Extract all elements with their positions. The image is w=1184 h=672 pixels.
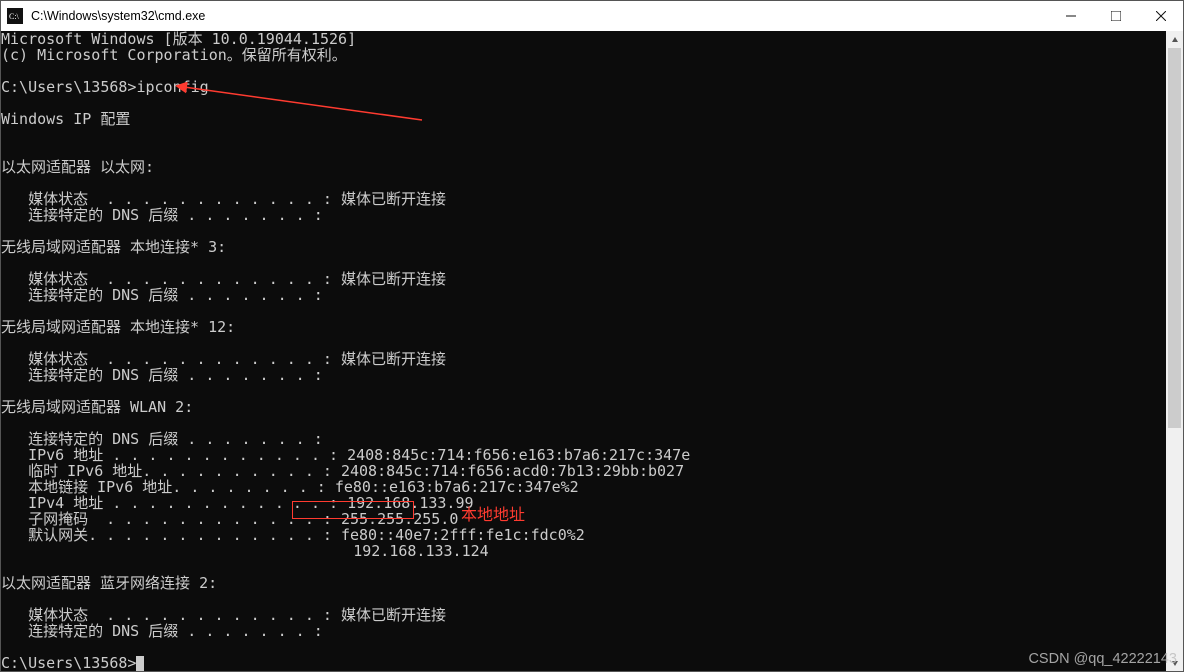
line: 无线局域网适配器 本地连接* 3: xyxy=(1,238,226,256)
cmd-icon: C:\ xyxy=(7,8,23,24)
line: C:\Users\13568>ipconfig xyxy=(1,78,209,96)
scroll-track[interactable] xyxy=(1166,48,1183,654)
window-title: C:\Windows\system32\cmd.exe xyxy=(29,9,1048,23)
text-cursor xyxy=(136,656,144,671)
line: 以太网适配器 以太网: xyxy=(1,158,154,176)
line: 无线局域网适配器 WLAN 2: xyxy=(1,398,193,416)
scroll-up-arrow-icon[interactable] xyxy=(1166,31,1183,48)
cmd-window: C:\ C:\Windows\system32\cmd.exe Microsof… xyxy=(0,0,1184,672)
titlebar: C:\ C:\Windows\system32\cmd.exe xyxy=(1,1,1183,31)
line: C:\Users\13568> xyxy=(1,654,136,671)
line: 192.168.133.124 xyxy=(1,542,489,560)
vertical-scrollbar[interactable] xyxy=(1166,31,1183,671)
watermark: CSDN @qq_42222143 xyxy=(1028,651,1177,667)
line: 连接特定的 DNS 后缀 . . . . . . . : xyxy=(1,366,323,384)
line: (c) Microsoft Corporation。保留所有权利。 xyxy=(1,46,347,64)
maximize-button[interactable] xyxy=(1093,1,1138,31)
line: 连接特定的 DNS 后缀 . . . . . . . : xyxy=(1,206,323,224)
terminal-output[interactable]: Microsoft Windows [版本 10.0.19044.1526] (… xyxy=(1,31,1166,671)
svg-text:C:\: C:\ xyxy=(9,12,20,21)
line: Windows IP 配置 xyxy=(1,110,130,128)
scroll-thumb[interactable] xyxy=(1168,48,1181,428)
window-controls xyxy=(1048,1,1183,31)
close-button[interactable] xyxy=(1138,1,1183,31)
line: 无线局域网适配器 本地连接* 12: xyxy=(1,318,235,336)
line: 连接特定的 DNS 后缀 . . . . . . . : xyxy=(1,286,323,304)
console-area: Microsoft Windows [版本 10.0.19044.1526] (… xyxy=(1,31,1183,671)
minimize-button[interactable] xyxy=(1048,1,1093,31)
line: 连接特定的 DNS 后缀 . . . . . . . : xyxy=(1,622,323,640)
line: 以太网适配器 蓝牙网络连接 2: xyxy=(1,574,217,592)
